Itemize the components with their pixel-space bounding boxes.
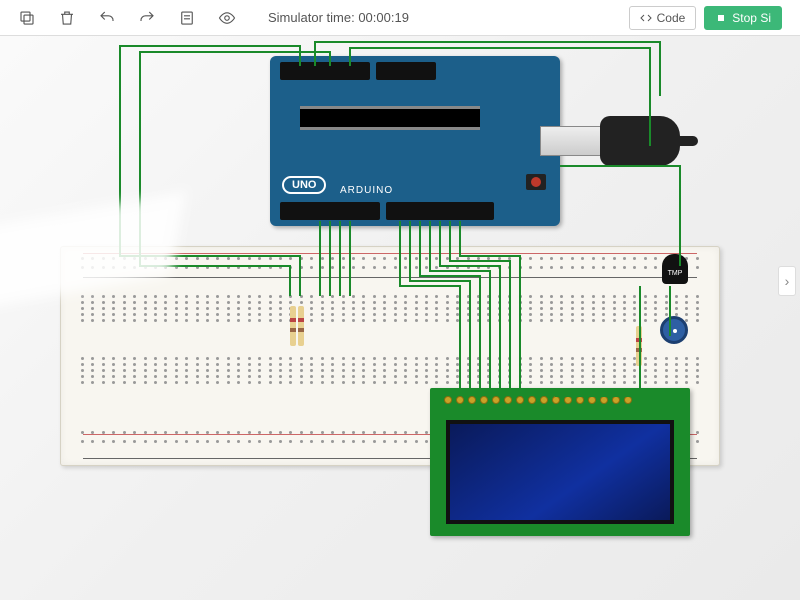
panel-expand-button[interactable]: › [778,266,796,296]
resistor-1[interactable] [290,306,296,346]
code-button[interactable]: Code [629,6,697,30]
uno-label: UNO [282,176,326,194]
arduino-uno[interactable]: UNO ARDUINO [270,56,560,226]
resistor-2[interactable] [298,306,304,346]
tmp36-sensor[interactable]: TMP [662,254,688,284]
simulator-time: Simulator time: 00:00:19 [268,10,409,25]
copy-icon[interactable] [18,9,36,27]
stop-button-label: Stop Si [732,11,771,25]
atmega-chip [300,106,480,130]
header-digital-high[interactable] [386,202,494,220]
resistor-3[interactable] [636,326,642,366]
undo-icon[interactable] [98,9,116,27]
toolbar: Simulator time: 00:00:19 Code Stop Si [0,0,800,36]
usb-cable-plug [600,116,680,166]
trash-icon[interactable] [58,9,76,27]
potentiometer[interactable] [660,316,688,344]
power-rail-top[interactable] [81,257,699,281]
visibility-icon[interactable] [218,9,236,27]
toolbar-right: Code Stop Si [629,6,782,30]
lcd-pin-row[interactable] [444,396,632,404]
tmp-label: TMP [668,270,683,277]
header-power[interactable] [376,62,436,80]
redo-icon[interactable] [138,9,156,27]
circuit-canvas[interactable]: UNO ARDUINO TMP [0,36,800,600]
lcd-screen [446,420,674,524]
code-button-label: Code [657,11,686,25]
lcd-16x2[interactable] [430,388,690,536]
simulator-time-value: 00:00:19 [358,10,409,25]
notes-icon[interactable] [178,9,196,27]
terminal-strip-a[interactable] [81,295,699,355]
header-digital-low[interactable] [280,202,380,220]
rail-red-top [83,253,697,254]
chevron-right-icon: › [785,273,790,289]
simulator-time-label: Simulator time: [268,10,355,25]
reset-button[interactable] [526,174,546,190]
stop-simulation-button[interactable]: Stop Si [704,6,782,30]
header-analog[interactable] [280,62,370,80]
arduino-brand: ARDUINO [340,185,393,196]
